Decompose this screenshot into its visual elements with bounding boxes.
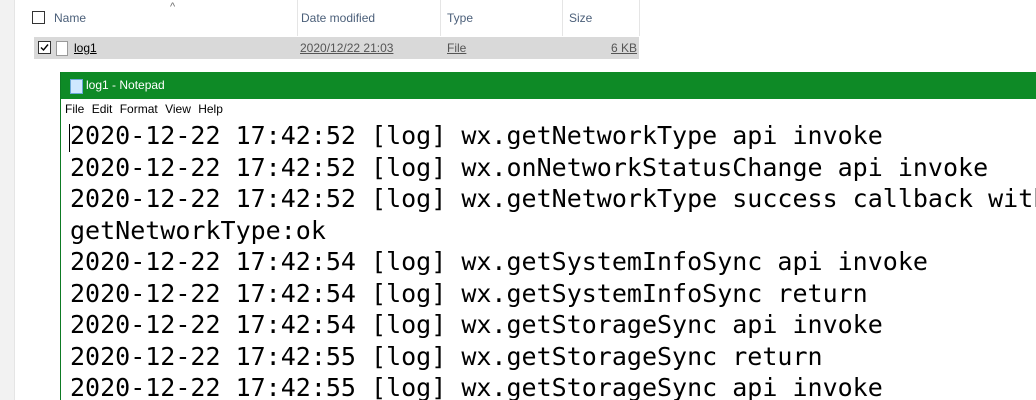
column-header-type-label: Type	[447, 11, 474, 25]
file-name[interactable]: log1	[74, 37, 97, 59]
menu-format[interactable]: Format	[116, 99, 158, 120]
menu-edit[interactable]: Edit	[88, 99, 113, 120]
menu-help[interactable]: Help	[194, 99, 223, 120]
editor-line: 2020-12-22 17:42:55 [log] wx.getStorageS…	[70, 373, 883, 400]
checkmark-icon	[40, 44, 49, 52]
file-icon	[56, 41, 68, 56]
editor-line: getNetworkType:ok	[70, 215, 326, 245]
notepad-window[interactable]: log1 - Notepad File Edit Format View Hel…	[60, 72, 1036, 400]
file-row-checkbox[interactable]	[38, 41, 51, 54]
menu-bar: File Edit Format View Help	[61, 99, 1036, 121]
editor-line: 2020-12-22 17:42:52 [log] wx.getNetworkT…	[70, 184, 1036, 213]
column-header-row: ^ Name Date modified Type Size	[14, 0, 640, 36]
column-header-date-label: Date modified	[301, 11, 376, 25]
menu-file[interactable]: File	[61, 99, 84, 120]
navigation-pane-edge[interactable]	[0, 0, 15, 400]
editor-line: 2020-12-22 17:42:54 [log] wx.getStorageS…	[70, 310, 883, 339]
notepad-app-icon	[70, 79, 83, 94]
column-header-name[interactable]: Name	[48, 0, 298, 36]
file-date-modified: 2020/12/22 21:03	[300, 41, 394, 55]
file-row-selected[interactable]: log1 2020/12/22 21:03 File 6 KB	[34, 37, 639, 59]
column-header-date-modified[interactable]: Date modified	[295, 0, 441, 36]
editor-line: 2020-12-22 17:42:54 [log] wx.getSystemIn…	[70, 247, 928, 276]
text-editor[interactable]: 2020-12-22 17:42:52 [log] wx.getNetworkT…	[61, 120, 1036, 400]
editor-line: 2020-12-22 17:42:52 [log] wx.onNetworkSt…	[70, 152, 989, 182]
editor-line: 2020-12-22 17:42:52 [log] wx.getNetworkT…	[70, 121, 883, 150]
menu-view[interactable]: View	[161, 99, 191, 120]
column-header-type[interactable]: Type	[441, 0, 563, 36]
window-title: log1 - Notepad	[86, 78, 165, 92]
column-header-size-label: Size	[569, 11, 593, 25]
editor-line: 2020-12-22 17:42:55 [log] wx.getStorageS…	[70, 341, 823, 371]
file-size: 6 KB	[611, 41, 638, 55]
editor-line: 2020-12-22 17:42:54 [log] wx.getSystemIn…	[70, 278, 868, 308]
column-header-size[interactable]: Size	[563, 0, 640, 36]
select-all-checkbox[interactable]	[32, 11, 45, 24]
column-header-name-label: Name	[54, 11, 87, 25]
notepad-title-bar[interactable]: log1 - Notepad	[61, 72, 1036, 99]
file-type: File	[447, 41, 467, 55]
